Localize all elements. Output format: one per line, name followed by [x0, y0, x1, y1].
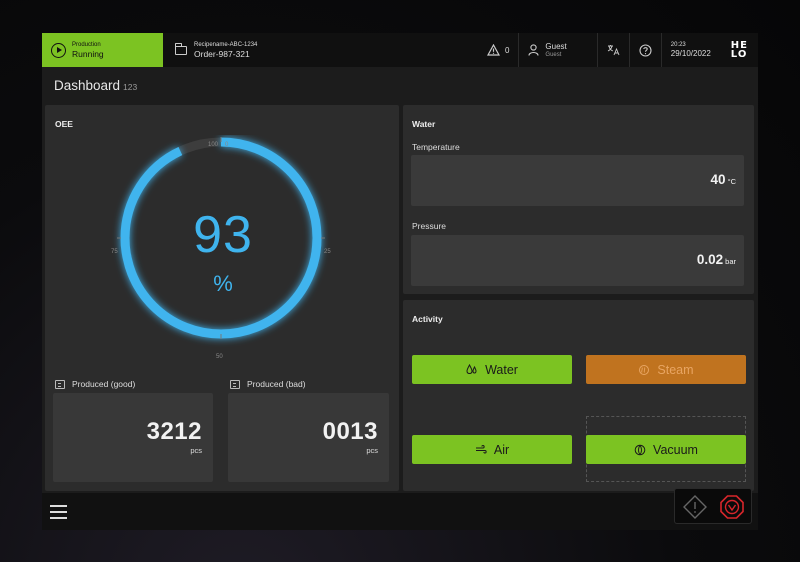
counter-good: 3212 pcs	[53, 393, 213, 482]
steam-icon	[639, 364, 650, 375]
gauge-label-0: 0	[225, 142, 229, 148]
menu-icon[interactable]	[50, 505, 67, 519]
brand-logo: HE LO	[730, 40, 748, 60]
pressure-value: 0.02 bar	[696, 252, 736, 267]
alert-count: 0	[504, 45, 510, 55]
gauge-label-50: 50	[216, 354, 223, 360]
gauge-label-100: 100	[208, 142, 219, 148]
top-bar: Production Running Recipename-ABC-1234 O…	[42, 33, 758, 67]
counter-bad: 0013 pcs	[228, 393, 389, 482]
order-number: Order-987-321	[194, 48, 250, 59]
datetime: 20:23 29/10/2022	[660, 33, 725, 67]
play-icon	[51, 42, 66, 58]
counter-bad-label: Produced (bad)	[230, 379, 306, 389]
time-text: 20:23	[670, 41, 686, 48]
folder-icon	[174, 43, 187, 55]
date-text: 29/10/2022	[670, 48, 711, 58]
counter-icon	[230, 379, 240, 389]
water-drops-icon	[466, 364, 477, 375]
counter-good-unit: pcs	[190, 446, 202, 455]
steam-button-label: Steam	[657, 362, 694, 377]
pressure-label: Pressure	[412, 221, 447, 231]
water-title: Water	[412, 119, 436, 129]
translate-icon	[607, 45, 620, 56]
page-subtitle: 123	[123, 82, 138, 92]
air-button[interactable]: Air	[412, 435, 572, 464]
status-value: Running	[72, 48, 104, 59]
counter-bad-value: 0013	[322, 418, 378, 445]
bottom-bar	[42, 493, 758, 530]
recipe-name: Recipename-ABC-1234	[194, 41, 258, 48]
counter-icon	[55, 379, 65, 389]
temperature-field: 40 °C	[411, 155, 744, 206]
steam-button[interactable]: Steam	[586, 355, 746, 384]
language-button[interactable]	[596, 33, 629, 67]
help-button[interactable]	[628, 33, 661, 67]
alerts-button[interactable]: 0	[478, 33, 518, 67]
water-button[interactable]: Water	[412, 355, 572, 384]
vacuum-icon	[634, 444, 646, 455]
temperature-value: 40 °C	[710, 172, 736, 187]
water-panel: Water Temperature 40 °C Pressure 0.02 bar	[403, 105, 754, 294]
vacuum-button[interactable]: Vacuum	[586, 435, 746, 464]
emergency-stop-icon[interactable]	[719, 494, 745, 520]
oee-title: OEE	[55, 119, 73, 129]
counter-bad-unit: pcs	[366, 446, 378, 455]
production-status-tile[interactable]: Production Running	[42, 33, 163, 67]
temperature-label: Temperature	[412, 142, 460, 152]
user-name: Guest	[545, 41, 567, 51]
help-icon	[639, 43, 652, 57]
counter-good-label: Produced (good)	[55, 379, 135, 389]
oee-value: 93	[193, 206, 253, 264]
user-role: Guest	[545, 51, 562, 58]
user-button[interactable]: Guest Guest	[518, 33, 596, 67]
hmi-screen: Production Running Recipename-ABC-1234 O…	[42, 33, 758, 530]
counter-good-value: 3212	[146, 418, 202, 445]
order-info[interactable]: Recipename-ABC-1234 Order-987-321	[163, 33, 257, 67]
status-caption: Production	[72, 41, 101, 48]
activity-title: Activity	[412, 314, 443, 324]
pressure-field: 0.02 bar	[411, 235, 744, 286]
page-title: Dashboard 123	[54, 78, 138, 93]
user-icon	[528, 44, 539, 56]
warning-icon	[486, 44, 500, 56]
water-button-label: Water	[485, 362, 518, 377]
oee-unit: %	[213, 271, 233, 296]
air-button-label: Air	[493, 442, 510, 457]
emergency-controls	[674, 488, 752, 524]
oee-panel: OEE 100 0 25 50 75 93 % Produced (good)	[45, 105, 399, 491]
air-icon	[475, 444, 487, 454]
vacuum-button-label: Vacuum	[653, 442, 698, 457]
warning-diamond-icon[interactable]	[682, 494, 708, 520]
